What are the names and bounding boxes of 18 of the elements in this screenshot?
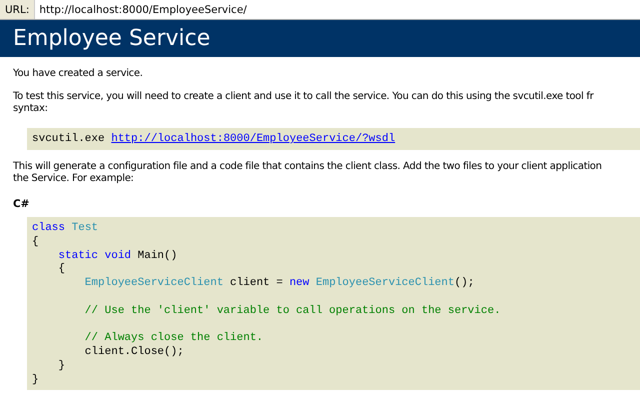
instructions-text: To test this service, you will need to create a client and use it to call the service. You can do this using the svcutil.exe tool fr syntax: xyxy=(13,91,594,115)
intro-text: You have created a service. xyxy=(13,68,143,80)
language-label: C# xyxy=(13,198,30,210)
address-label: URL: xyxy=(0,0,36,19)
code-line: { xyxy=(57,263,66,278)
code-line: { xyxy=(32,236,40,250)
code-line: class Test xyxy=(32,222,100,236)
wsdl-link[interactable]: http://localhost:8000/EmployeeService/?wsdl xyxy=(111,133,396,145)
code-line: client.Close(); xyxy=(84,346,185,360)
command-text: svcutil.exe xyxy=(32,133,105,145)
code-line: // Always close the client. xyxy=(84,332,264,346)
code-line: } xyxy=(57,360,66,374)
page-title: Employee Service xyxy=(13,26,210,51)
code-line: static void Main() xyxy=(57,250,178,263)
code-line: } xyxy=(32,374,40,388)
code-line: EmployeeServiceClient client = new EmployeeServiceClient(); xyxy=(84,277,476,291)
code-line: // Use the 'client' variable to call operations on the service. xyxy=(84,304,502,319)
explanation-text: This will generate a configuration file and a code file that contains the client class. Add the two files to your client application the Service. For example: xyxy=(13,161,602,185)
